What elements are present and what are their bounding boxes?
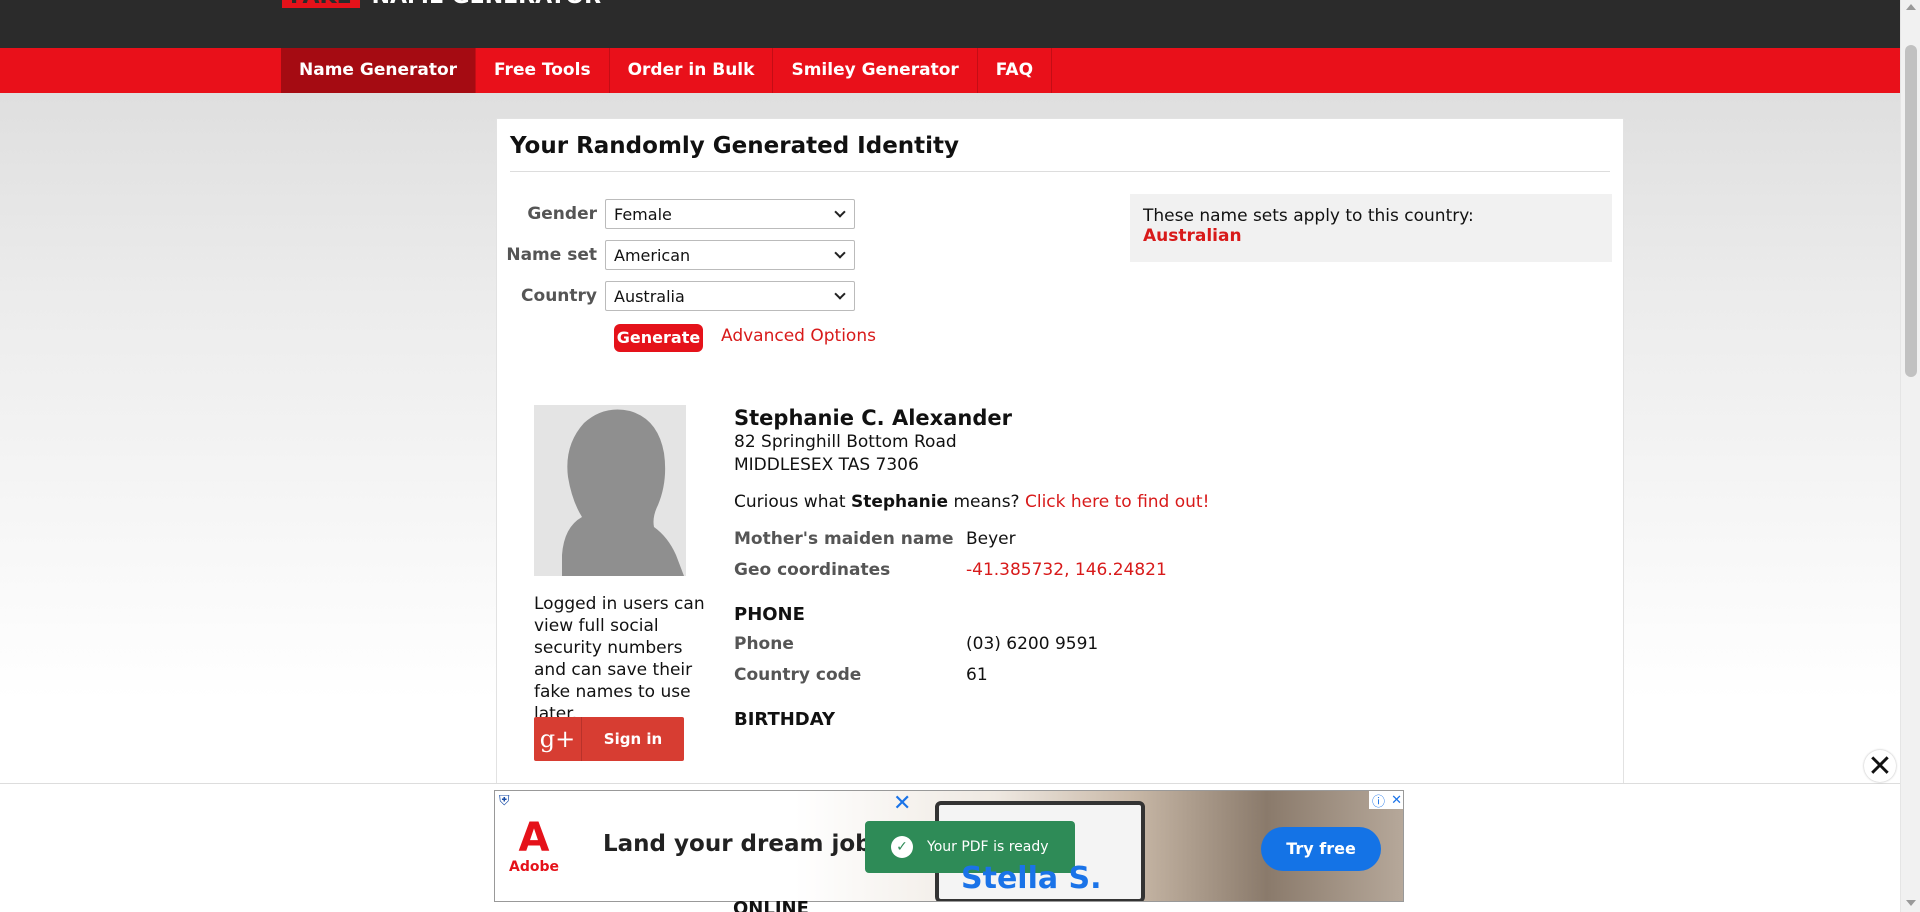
ad-toast-text: Your PDF is ready [927, 839, 1049, 855]
gender-row: Gender Female [497, 199, 855, 229]
identity-details: Stephanie C. Alexander 82 Springhill Bot… [734, 405, 1334, 734]
phone-section-heading: PHONE [734, 604, 805, 625]
scroll-up-icon[interactable] [1906, 4, 1916, 10]
phone-value: (03) 6200 9591 [966, 634, 1099, 654]
ad-choice-close-icon[interactable]: ✕ [1391, 793, 1402, 808]
ad-headline: Land your dream job. [603, 831, 881, 857]
address-line-2: MIDDLESEX TAS 7306 [734, 455, 919, 475]
signin-label: Sign in [603, 730, 663, 748]
site-header: FAKE NAME GENERATOR [0, 0, 1900, 48]
info-icon[interactable]: ⓘ [1372, 791, 1385, 810]
adobe-wordmark: Adobe [509, 859, 559, 875]
avatar [534, 405, 686, 576]
google-signin-button[interactable]: g+ Sign in [534, 717, 684, 761]
silhouette-icon [534, 405, 686, 576]
nav-item-order-in-bulk[interactable]: Order in Bulk [610, 48, 774, 93]
country-code-row: Country code 61 [734, 660, 1334, 691]
nameset-select[interactable]: American [605, 240, 855, 270]
gender-label: Gender [527, 204, 597, 224]
scroll-down-icon[interactable] [1906, 900, 1916, 906]
chevron-down-icon [834, 288, 846, 300]
nav-item-smiley-generator[interactable]: Smiley Generator [773, 48, 978, 93]
country-code-value: 61 [966, 665, 988, 685]
birthday-section-heading: BIRTHDAY [734, 709, 835, 730]
name-sets-info: These name sets apply to this country: A… [1130, 194, 1612, 262]
country-value: Australia [614, 286, 685, 306]
chevron-down-icon [834, 247, 846, 259]
scrollbar[interactable] [1900, 0, 1920, 912]
address-line-1: 82 Springhill Bottom Road [734, 432, 957, 452]
nav-item-faq[interactable]: FAQ [978, 48, 1053, 93]
google-plus-icon: g+ [534, 717, 582, 761]
geo-row: Geo coordinates -41.385732, 146.24821 [734, 555, 1334, 586]
name-sets-text: These name sets apply to this country: [1143, 206, 1474, 226]
ad-close-x-icon[interactable]: ✕ [893, 791, 911, 816]
site-logo[interactable]: FAKE NAME GENERATOR [282, 0, 601, 8]
name-meaning-line: Curious what Stephanie means? Click here… [734, 492, 1334, 512]
gender-value: Female [614, 204, 672, 224]
nameset-label: Name set [506, 245, 597, 265]
nav-item-free-tools[interactable]: Free Tools [476, 48, 610, 93]
maiden-name-value: Beyer [966, 529, 1016, 549]
online-section-heading: ONLINE [733, 898, 809, 912]
country-row: Country Australia [497, 281, 855, 311]
adobe-logo: A Adobe [509, 817, 559, 881]
country-select[interactable]: Australia [605, 281, 855, 311]
country-label: Country [521, 286, 597, 306]
close-ad-icon[interactable]: ✕ [1864, 749, 1896, 784]
geo-link[interactable]: -41.385732, 146.24821 [966, 555, 1167, 586]
gender-select[interactable]: Female [605, 199, 855, 229]
curious-prefix: Curious what [734, 492, 851, 512]
curious-name: Stephanie [850, 492, 949, 512]
generate-button[interactable]: Generate [614, 324, 703, 352]
scroll-thumb[interactable] [1905, 45, 1917, 377]
nameset-value: American [614, 245, 691, 265]
logo-text: NAME GENERATOR [372, 0, 601, 8]
login-info-text: Logged in users can view full social sec… [534, 594, 705, 724]
logo-box: FAKE [282, 0, 360, 8]
nameset-row: Name set American [497, 240, 855, 270]
advanced-options-link[interactable]: Advanced Options [721, 326, 876, 346]
try-free-button[interactable]: Try free [1261, 827, 1381, 871]
adobe-mark-icon: A [518, 815, 550, 861]
phone-label: Phone [734, 634, 794, 654]
ad-shield-icon: ⛨ [499, 793, 510, 809]
ad-stella-text: Stella S. [961, 861, 1102, 896]
country-code-label: Country code [734, 665, 862, 685]
maiden-name-row: Mother's maiden name Beyer [734, 524, 1334, 555]
page-title: Your Randomly Generated Identity [510, 133, 1610, 172]
identity-name: Stephanie C. Alexander [734, 406, 1012, 430]
maiden-name-label: Mother's maiden name [734, 529, 954, 549]
chevron-down-icon [834, 206, 846, 218]
ad-banner[interactable]: ⛨ A Adobe Land your dream job. ✕ ✓ Your … [494, 790, 1404, 902]
geo-label: Geo coordinates [734, 560, 891, 580]
ad-info-icons[interactable]: ⓘ ✕ [1369, 791, 1403, 810]
name-sets-value[interactable]: Australian [1143, 226, 1599, 246]
name-meaning-link[interactable]: Click here to find out! [1025, 492, 1209, 512]
curious-suffix: means? [948, 492, 1025, 512]
check-icon: ✓ [891, 836, 913, 858]
nav-item-name-generator[interactable]: Name Generator [281, 48, 477, 93]
phone-row: Phone (03) 6200 9591 [734, 629, 1334, 660]
main-nav: Name Generator Free Tools Order in Bulk … [0, 48, 1900, 93]
